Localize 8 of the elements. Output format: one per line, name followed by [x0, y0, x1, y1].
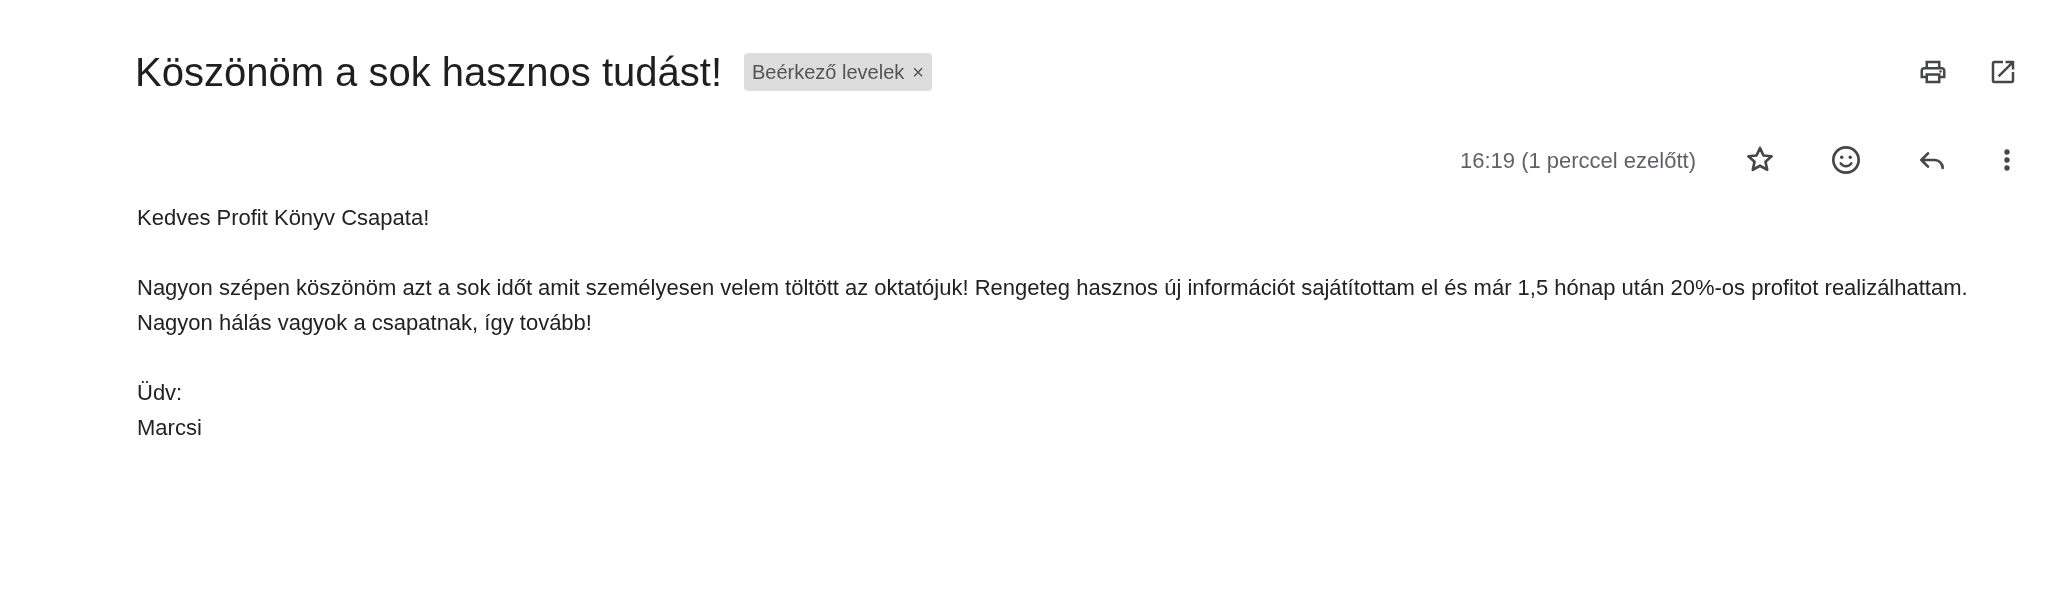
- email-subject: Köszönöm a sok hasznos tudást!: [135, 52, 722, 92]
- timestamp: 16:19 (1 perccel ezelőtt): [1459, 146, 1696, 175]
- email-paragraph: Kedves Profit Könyv Csapata!: [137, 204, 431, 232]
- label-text: Beérkező levelek: [752, 60, 905, 85]
- smiley-icon[interactable]: [1830, 144, 1862, 176]
- email-paragraph: Üdv: Marcsi: [137, 379, 203, 442]
- remove-label-button[interactable]: ×: [912, 57, 924, 87]
- email-paragraph: Nagyon szépen köszönöm azt a sok időt amit személyesen velem töltött az oktatójuk! Rengeteg hasznos új információt sajátítottam el és már 1,5 hónap után 20%-os profitot realizálhattam. Nagyon hálás vagyok a csapatnak, így tovább!: [137, 274, 1969, 337]
